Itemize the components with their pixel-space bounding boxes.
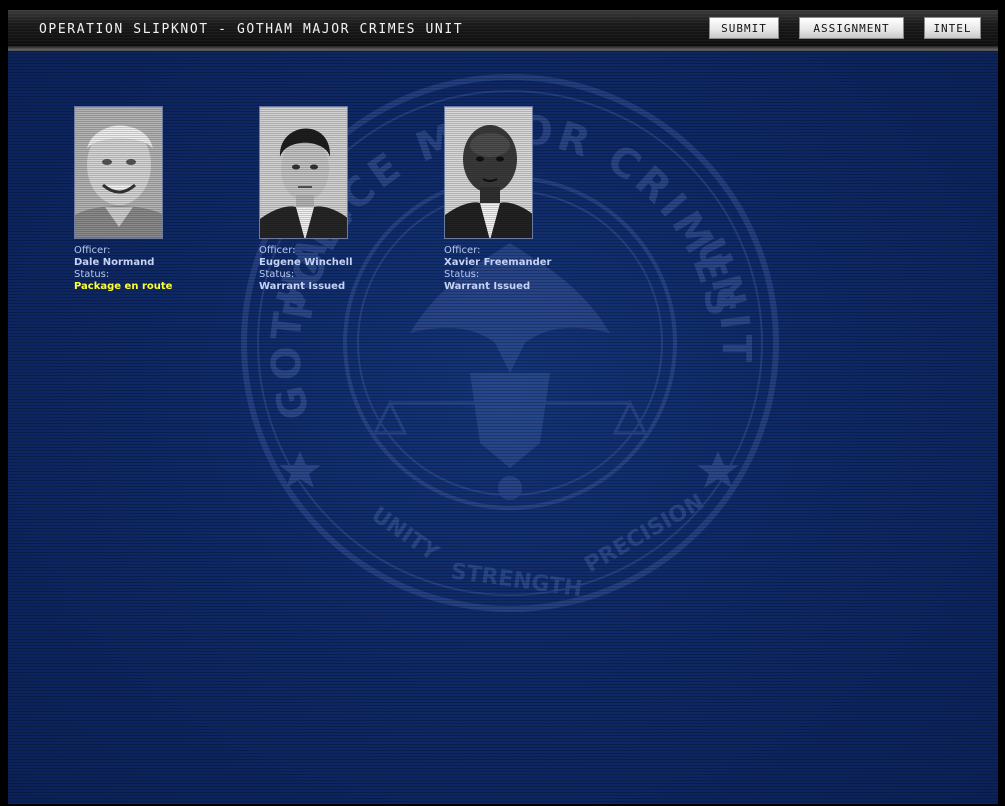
officer-label: Officer: — [444, 245, 481, 256]
seal-motto-3: PRECISION — [581, 490, 709, 578]
officer-card: Officer: Xavier Freemander Status: Warra… — [444, 106, 604, 293]
officer-status: Package en route — [74, 281, 173, 292]
officer-card: Officer: Eugene Winchell Status: Warrant… — [259, 106, 419, 293]
officer-status: Warrant Issued — [259, 281, 346, 292]
status-label: Status: — [259, 269, 295, 280]
officer-photo[interactable] — [444, 106, 533, 239]
top-bar: OPERATION SLIPKNOT - GOTHAM MAJOR CRIMES… — [8, 10, 998, 51]
assignment-button[interactable]: ASSIGNMENT — [799, 17, 904, 39]
officer-name: Dale Normand — [74, 257, 155, 268]
star-icon — [697, 451, 739, 488]
officer-portrait-icon — [445, 107, 532, 238]
officer-portrait-icon — [75, 107, 162, 238]
status-label: Status: — [74, 269, 110, 280]
submit-button[interactable]: SUBMIT — [709, 17, 779, 39]
page-title: OPERATION SLIPKNOT - GOTHAM MAJOR CRIMES… — [39, 22, 464, 37]
officer-name: Eugene Winchell — [259, 257, 353, 268]
main-panel: POLICE MAJOR CRIMES GOTHAM UNIT UNITY ST… — [8, 51, 998, 804]
officer-photo[interactable] — [74, 106, 163, 239]
app-window: OPERATION SLIPKNOT - GOTHAM MAJOR CRIMES… — [0, 0, 1005, 806]
top-bar-shine — [8, 46, 998, 50]
status-label: Status: — [444, 269, 480, 280]
intel-button[interactable]: INTEL — [924, 17, 981, 39]
officer-label: Officer: — [259, 245, 296, 256]
officer-label: Officer: — [74, 245, 111, 256]
officer-status: Warrant Issued — [444, 281, 531, 292]
officer-portrait-icon — [260, 107, 347, 238]
officer-card: Officer: Dale Normand Status: Package en… — [74, 106, 234, 293]
officer-name: Xavier Freemander — [444, 257, 552, 268]
officer-photo[interactable] — [259, 106, 348, 239]
